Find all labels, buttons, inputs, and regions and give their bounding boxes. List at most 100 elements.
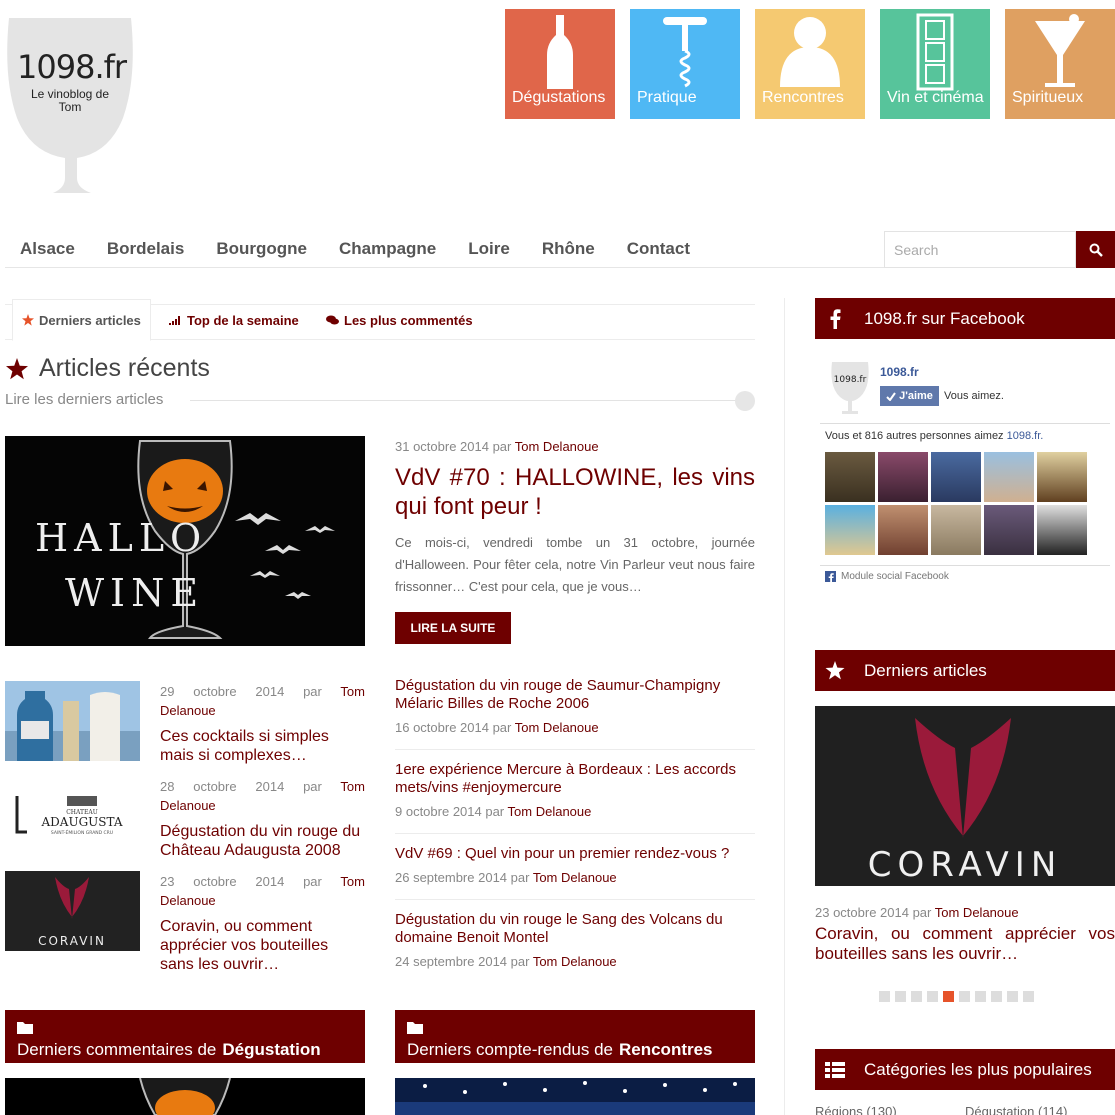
sidebar-latest-heading: Derniers articles	[815, 650, 1115, 691]
signal-bars-icon	[169, 316, 180, 325]
list-item-title[interactable]: Dégustation du vin rouge le Sang des Vol…	[395, 911, 755, 947]
article-meta: 28 octobre 2014 par Tom	[160, 779, 365, 794]
slider-dot[interactable]	[895, 991, 906, 1002]
slider-dot[interactable]	[991, 991, 1002, 1002]
nav-item-loire[interactable]: Loire	[452, 230, 526, 259]
tab-plus-commentes[interactable]: Les plus commentés	[326, 299, 473, 341]
fan-avatar[interactable]	[931, 505, 981, 555]
tab-derniers-articles[interactable]: Derniers articles	[12, 299, 151, 341]
nav-item-champagne[interactable]: Champagne	[323, 230, 452, 259]
fan-avatar[interactable]	[1037, 505, 1087, 555]
facebook-like-count: Vous et 816 autres personnes aimez 1098.…	[825, 430, 1044, 442]
nav-item-contact[interactable]: Contact	[611, 230, 706, 259]
author-link[interactable]: Tom	[340, 684, 365, 699]
film-strip-icon	[880, 13, 990, 91]
fan-avatar[interactable]	[984, 452, 1034, 502]
author-link[interactable]: Tom Delanoue	[515, 720, 599, 735]
author-link[interactable]: Delanoue	[160, 893, 216, 908]
author-link[interactable]: Tom Delanoue	[533, 954, 617, 969]
tab-label: Les plus commentés	[344, 312, 473, 328]
logo-subtitle: Le vinoblog de Tom	[30, 87, 110, 114]
facebook-fan-faces	[825, 452, 1095, 555]
nav-item-bordelais[interactable]: Bordelais	[91, 230, 200, 259]
article-thumbnail-adaugusta[interactable]: CHATEAU ADAUGUSTA SAINT-ÉMILION GRAND CRU	[5, 776, 140, 856]
list-item-title[interactable]: Dégustation du vin rouge de Saumur-Champ…	[395, 677, 755, 713]
featured-author-link[interactable]: Tom Delanoue	[515, 439, 599, 454]
tile-degustations[interactable]: Dégustations	[505, 9, 615, 119]
sidebar-featured-image[interactable]: CORAVIN	[815, 706, 1115, 886]
tab-top-semaine[interactable]: Top de la semaine	[169, 299, 299, 341]
author-link[interactable]: Tom Delanoue	[533, 870, 617, 885]
fan-avatar[interactable]	[1037, 452, 1087, 502]
tile-label: Rencontres	[762, 89, 844, 106]
featured-image[interactable]: HALLO WINE	[5, 436, 365, 646]
svg-text:WINE: WINE	[65, 571, 204, 615]
author-link[interactable]: Tom	[340, 779, 365, 794]
box-image[interactable]	[395, 1078, 755, 1115]
slider-dot[interactable]	[1007, 991, 1018, 1002]
article-thumbnail-coravin[interactable]: CORAVIN	[5, 871, 140, 951]
folder-icon	[17, 1022, 33, 1034]
page-logo-thumbnail[interactable]: 1098.fr	[830, 360, 870, 415]
halloween-wine-glass-image: HALLO WINE	[5, 436, 365, 646]
slider-dot-active[interactable]	[943, 991, 954, 1002]
category-item[interactable]: Régions (130)	[815, 1104, 897, 1115]
search-icon	[1089, 243, 1103, 257]
list-item: 1ere expérience Mercure à Bordeaux : Les…	[395, 761, 755, 834]
slider-dot[interactable]	[959, 991, 970, 1002]
author-link[interactable]: Delanoue	[160, 703, 216, 718]
slider-dot[interactable]	[1023, 991, 1034, 1002]
site-logo[interactable]: 1098.fr Le vinoblog de Tom	[5, 18, 135, 196]
section-title: Articles récents	[5, 354, 210, 383]
category-item[interactable]: Dégustation (114)	[965, 1104, 1067, 1115]
section-subtitle: Lire les derniers articles	[5, 391, 164, 408]
box-image[interactable]	[5, 1078, 365, 1115]
search-button[interactable]	[1076, 231, 1115, 268]
svg-text:HALLO: HALLO	[35, 516, 207, 560]
slider-dot[interactable]	[911, 991, 922, 1002]
people-icon	[755, 13, 865, 91]
tile-pratique[interactable]: Pratique	[630, 9, 740, 119]
svg-text:ADAUGUSTA: ADAUGUSTA	[41, 815, 123, 829]
section-dot	[735, 391, 755, 411]
author-link[interactable]: Delanoue	[160, 798, 216, 813]
featured-excerpt: Ce mois-ci, vendredi tombe un 31 octobre…	[395, 535, 755, 594]
facebook-like-button[interactable]: J'aime	[880, 386, 939, 406]
sidebar-categories-heading: Catégories les plus populaires	[815, 1049, 1115, 1090]
author-link[interactable]: Tom Delanoue	[935, 905, 1019, 920]
author-link[interactable]: Tom	[340, 874, 365, 889]
slider-dot[interactable]	[879, 991, 890, 1002]
article-title[interactable]: Ces cocktails si simples mais si complex…	[160, 727, 365, 765]
list-item-title[interactable]: 1ere expérience Mercure à Bordeaux : Les…	[395, 761, 755, 797]
fan-avatar[interactable]	[931, 452, 981, 502]
list-item-title[interactable]: VdV #69 : Quel vin pour un premier rende…	[395, 845, 755, 863]
nav-item-bourgogne[interactable]: Bourgogne	[200, 230, 323, 259]
svg-text:CORAVIN: CORAVIN	[868, 845, 1063, 885]
article-thumbnail-cocktails[interactable]	[5, 681, 140, 761]
facebook-page-name[interactable]: 1098.fr	[880, 365, 919, 379]
tile-spiritueux[interactable]: Spiritueux	[1005, 9, 1115, 119]
article-title[interactable]: Coravin, ou comment apprécier vos boutei…	[160, 917, 365, 974]
tile-rencontres[interactable]: Rencontres	[755, 9, 865, 119]
fan-avatar[interactable]	[825, 452, 875, 502]
featured-title[interactable]: VdV #70 : HALLOWINE, les vins qui font p…	[395, 463, 755, 521]
fan-avatar[interactable]	[984, 505, 1034, 555]
box-heading-text: Derniers commentaires de Dégustation	[17, 1040, 321, 1059]
sidebar-article-title[interactable]: Coravin, ou comment apprécier vos boutei…	[815, 924, 1115, 964]
featured-date: 31 octobre 2014 par	[395, 439, 512, 454]
search-input[interactable]: Search	[884, 231, 1076, 268]
fan-avatar[interactable]	[878, 452, 928, 502]
fan-avatar[interactable]	[825, 505, 875, 555]
slider-dot[interactable]	[975, 991, 986, 1002]
slider-dot[interactable]	[927, 991, 938, 1002]
nav-item-rhone[interactable]: Rhône	[526, 230, 611, 259]
facebook-footer[interactable]: Module social Facebook	[825, 571, 949, 582]
svg-text:1098.fr: 1098.fr	[834, 375, 867, 385]
fan-avatar[interactable]	[878, 505, 928, 555]
read-more-button[interactable]: LIRE LA SUITE	[395, 612, 511, 644]
author-link[interactable]: Tom Delanoue	[508, 804, 592, 819]
tile-vin-et-cinema[interactable]: Vin et cinéma	[880, 9, 990, 119]
article-title[interactable]: Dégustation du vin rouge du Château Adau…	[160, 822, 365, 860]
box-heading-rencontres: Derniers compte-rendus de Rencontres	[395, 1010, 755, 1063]
nav-item-alsace[interactable]: Alsace	[5, 230, 91, 259]
